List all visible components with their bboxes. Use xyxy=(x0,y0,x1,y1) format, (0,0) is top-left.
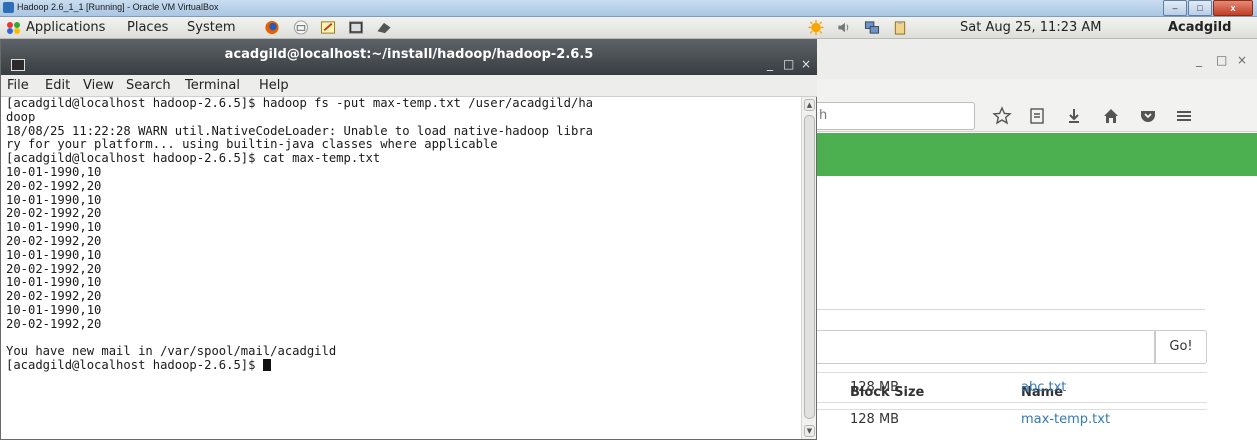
terminal-line: You have new mail in /var/spool/mail/aca… xyxy=(6,344,337,359)
terminal-line: 20-02-1992,20 xyxy=(6,206,102,221)
hdfs-path-input[interactable] xyxy=(815,330,1155,364)
terminal-line: [acadgild@localhost hadoop-2.6.5]$ cat m… xyxy=(6,151,381,166)
search-text: h xyxy=(819,108,828,123)
terminal-title: acadgild@localhost:~/install/hadoop/hado… xyxy=(224,47,594,62)
hamburger-menu-icon[interactable] xyxy=(1174,106,1194,126)
menu-view[interactable]: View xyxy=(83,78,114,93)
table-row-2-name-link[interactable]: max-temp.txt xyxy=(1021,412,1110,427)
terminal-prompt: [acadgild@localhost hadoop-2.6.5]$ xyxy=(6,358,263,373)
browser-maximize-button[interactable]: □ xyxy=(1216,53,1227,67)
network-icon[interactable] xyxy=(864,20,880,35)
browser-window: _ □ × h Go! Block Size Name 128 MB abc.t… xyxy=(815,39,1257,440)
go-button[interactable]: Go! xyxy=(1155,330,1207,364)
table-row-2-block-size: 128 MB xyxy=(850,412,900,427)
mail-launcher-icon[interactable] xyxy=(293,20,309,35)
terminal-line: 10-01-1990,10 xyxy=(6,275,102,290)
terminal-line: 20-02-1992,20 xyxy=(6,178,102,193)
browser-close-button[interactable]: × xyxy=(1237,53,1247,67)
browser-search-box[interactable]: h xyxy=(815,102,975,130)
scroll-down-arrow[interactable]: ▼ xyxy=(804,425,815,437)
scroll-thumb[interactable] xyxy=(804,115,815,419)
terminal-line: 10-01-1990,10 xyxy=(6,220,102,235)
terminal-line: ry for your platform... using builtin-ja… xyxy=(6,137,498,152)
home-icon[interactable] xyxy=(1101,106,1121,126)
terminal-menubar: File Edit View Search Terminal Help xyxy=(1,75,817,97)
reading-list-icon[interactable] xyxy=(1027,106,1047,126)
browser-titlebar: _ □ × xyxy=(815,39,1257,79)
update-notifier-icon[interactable] xyxy=(808,20,824,35)
virtualbox-window-title: Hadoop 2.6_1_1 [Running] - Oracle VM Vir… xyxy=(17,2,219,12)
menu-applications[interactable]: Applications xyxy=(26,20,105,35)
volume-icon[interactable] xyxy=(836,20,852,35)
hdfs-header-banner xyxy=(815,133,1257,176)
terminal-line: doop xyxy=(6,109,36,124)
table-top-border xyxy=(815,372,1207,373)
table-header-border xyxy=(815,409,1207,410)
terminal-prompt-line: [acadgild@localhost hadoop-2.6.5]$ xyxy=(6,358,796,373)
terminal-titlebar[interactable]: acadgild@localhost:~/install/hadoop/hado… xyxy=(1,39,817,75)
terminal-maximize-button[interactable]: □ xyxy=(783,57,794,71)
applications-icon xyxy=(7,22,20,34)
text-editor-launcher-icon[interactable] xyxy=(320,20,336,35)
terminal-line: 20-02-1992,20 xyxy=(6,261,102,276)
menu-edit[interactable]: Edit xyxy=(45,78,70,93)
terminal-line: 20-02-1992,20 xyxy=(6,316,102,331)
menu-terminal[interactable]: Terminal xyxy=(185,78,240,93)
table-row-1-name-link[interactable]: abc.txt xyxy=(1021,380,1066,395)
terminal-line: 10-01-1990,10 xyxy=(6,302,102,317)
section-divider xyxy=(815,309,1205,310)
menu-system[interactable]: System xyxy=(187,20,235,35)
gnome-top-panel: Applications Places System Sat Aug 25, 1… xyxy=(0,17,1257,39)
browser-minimize-button[interactable]: _ xyxy=(1196,53,1202,67)
virtualbox-icon xyxy=(3,2,14,13)
firefox-launcher-icon[interactable] xyxy=(264,20,280,35)
terminal-line: 10-01-1990,10 xyxy=(6,192,102,207)
virtualbox-window-controls: – □ x xyxy=(1162,0,1253,17)
clipboard-icon[interactable] xyxy=(892,20,908,35)
menu-places[interactable]: Places xyxy=(127,20,168,35)
bookmark-star-icon[interactable] xyxy=(992,106,1012,126)
terminal-line: 20-02-1992,20 xyxy=(6,289,102,304)
terminal-line: 20-02-1992,20 xyxy=(6,233,102,248)
terminal-output[interactable]: [acadgild@localhost hadoop-2.6.5]$ hadoo… xyxy=(6,97,796,439)
terminal-launcher-icon[interactable] xyxy=(348,20,364,35)
menu-file[interactable]: File xyxy=(7,78,29,93)
terminal-line: 18/08/25 11:22:28 WARN util.NativeCodeLo… xyxy=(6,123,593,138)
terminal-line: [acadgild@localhost hadoop-2.6.5]$ hadoo… xyxy=(6,97,593,110)
panel-user-name[interactable]: Acadgild xyxy=(1168,20,1231,35)
terminal-scrollbar[interactable]: ▲ ▼ xyxy=(801,97,816,439)
menu-help[interactable]: Help xyxy=(259,78,289,93)
download-icon[interactable] xyxy=(1064,106,1084,126)
scroll-up-arrow[interactable]: ▲ xyxy=(804,99,815,111)
virtualbox-close-button[interactable]: x xyxy=(1213,0,1253,16)
terminal-line: 10-01-1990,10 xyxy=(6,164,102,179)
pocket-icon[interactable] xyxy=(1138,106,1158,126)
terminal-window-icon[interactable] xyxy=(11,59,25,71)
panel-clock[interactable]: Sat Aug 25, 11:23 AM xyxy=(960,20,1101,35)
table-row-divider xyxy=(815,402,1207,403)
terminal-window: acadgild@localhost:~/install/hadoop/hado… xyxy=(0,39,817,440)
virtualbox-minimize-button[interactable]: – xyxy=(1163,0,1187,16)
terminal-cursor xyxy=(262,359,271,372)
terminal-line: 10-01-1990,10 xyxy=(6,247,102,262)
terminal-lines: [acadgild@localhost hadoop-2.6.5]$ hadoo… xyxy=(6,97,796,359)
virtualbox-titlebar: Hadoop 2.6_1_1 [Running] - Oracle VM Vir… xyxy=(0,0,1257,17)
menu-search[interactable]: Search xyxy=(126,78,171,93)
screenshot-launcher-icon[interactable] xyxy=(376,20,392,35)
virtualbox-maximize-button[interactable]: □ xyxy=(1188,0,1212,16)
terminal-minimize-button[interactable]: _ xyxy=(767,57,773,71)
table-row-1-block-size: 128 MB xyxy=(850,380,900,395)
terminal-close-button[interactable]: × xyxy=(801,57,811,71)
